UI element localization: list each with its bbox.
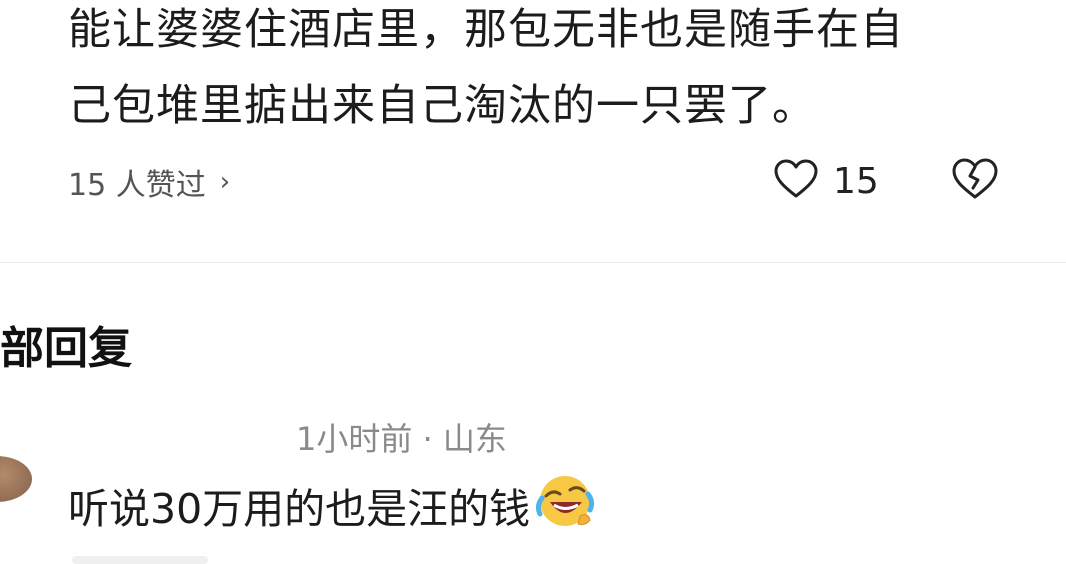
avatar[interactable] — [0, 456, 32, 502]
reply-time: 1小时前 — [296, 420, 413, 458]
likers-label: 15 人赞过 — [68, 168, 206, 203]
like-button[interactable]: 15 — [773, 158, 879, 204]
rolling-on-floor-laughing-icon — [534, 472, 596, 538]
comment-body: 能让婆婆住酒店里，那包无非也是随手在自 己包堆里掂出来自己淘汰的一只罢了。 — [68, 0, 1028, 144]
chevron-right-icon: › — [219, 167, 231, 197]
section-divider — [0, 262, 1066, 263]
like-count: 15 — [833, 160, 879, 202]
comment-line-1: 能让婆婆住酒店里，那包无非也是随手在自 — [68, 5, 904, 55]
reply-location: 山东 — [442, 420, 507, 458]
reply-text: 听说30万用的也是汪的钱 — [68, 485, 531, 533]
reply-meta: 1小时前 · 山东 — [296, 414, 507, 460]
dislike-button[interactable] — [950, 156, 1000, 206]
heart-icon — [773, 158, 819, 204]
comment-line-2: 己包堆里掂出来自己淘汰的一只罢了。 — [68, 81, 816, 131]
broken-heart-icon — [950, 158, 1000, 206]
reply-body: 听说30万用的也是汪的钱 — [68, 472, 596, 538]
meta-separator: · — [412, 420, 443, 458]
reply-action-placeholder — [72, 556, 208, 564]
replies-section-title: 部回复 — [0, 323, 132, 374]
likers-link[interactable]: 15 人赞过 › — [68, 160, 230, 204]
